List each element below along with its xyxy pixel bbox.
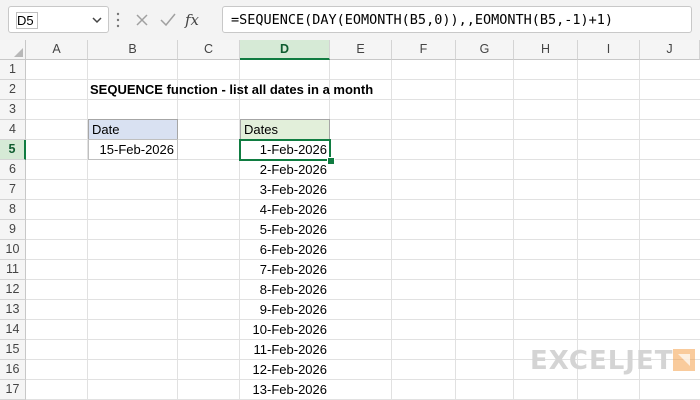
row-header-15[interactable]: 15 — [0, 340, 26, 360]
row-header-5[interactable]: 5 — [0, 140, 26, 160]
row-header-1[interactable]: 1 — [0, 60, 26, 80]
gridline-vertical — [455, 60, 456, 400]
row-header-17[interactable]: 17 — [0, 380, 26, 400]
row-header-6[interactable]: 6 — [0, 160, 26, 180]
dates-header-cell[interactable]: Dates — [240, 119, 330, 140]
row-header-10[interactable]: 10 — [0, 240, 26, 260]
column-header-f[interactable]: F — [392, 40, 456, 60]
date-cell[interactable]: 13-Feb-2026 — [240, 380, 330, 400]
gridline-horizontal — [26, 299, 700, 300]
row-header-13[interactable]: 13 — [0, 300, 26, 320]
row-header-3[interactable]: 3 — [0, 100, 26, 120]
column-header-g[interactable]: G — [456, 40, 514, 60]
gridline-horizontal — [26, 379, 700, 380]
column-header-d[interactable]: D — [240, 40, 330, 60]
gridline-horizontal — [26, 259, 700, 260]
gridline-horizontal — [26, 279, 700, 280]
gridline-horizontal — [26, 199, 700, 200]
svg-text:fx: fx — [184, 11, 200, 29]
cancel-icon[interactable] — [132, 10, 152, 30]
row-header-8[interactable]: 8 — [0, 200, 26, 220]
fill-handle[interactable] — [327, 157, 335, 165]
row-header-2[interactable]: 2 — [0, 80, 26, 100]
formula-input[interactable]: =SEQUENCE(DAY(EOMONTH(B5,0)),,EOMONTH(B5… — [222, 6, 692, 33]
date-value-cell[interactable]: 15-Feb-2026 — [88, 139, 178, 160]
formula-text: =SEQUENCE(DAY(EOMONTH(B5,0)),,EOMONTH(B5… — [231, 12, 614, 28]
date-cell[interactable]: 2-Feb-2026 — [240, 160, 330, 180]
column-header-i[interactable]: I — [578, 40, 640, 60]
gridline-vertical — [391, 60, 392, 400]
date-cell[interactable]: 6-Feb-2026 — [240, 240, 330, 260]
date-cell[interactable]: 12-Feb-2026 — [240, 360, 330, 380]
row-header-16[interactable]: 16 — [0, 360, 26, 380]
row-header-12[interactable]: 12 — [0, 280, 26, 300]
column-header-e[interactable]: E — [330, 40, 392, 60]
date-cell[interactable]: 3-Feb-2026 — [240, 180, 330, 200]
select-all-corner[interactable] — [0, 40, 26, 60]
date-cell[interactable]: 7-Feb-2026 — [240, 260, 330, 280]
gridline-horizontal — [26, 179, 700, 180]
enter-icon[interactable] — [158, 10, 178, 30]
date-cell[interactable]: 4-Feb-2026 — [240, 200, 330, 220]
active-cell-border — [239, 139, 331, 161]
gridline-horizontal — [26, 319, 700, 320]
gridline-horizontal — [26, 219, 700, 220]
logo-text: EXCELJET — [530, 346, 674, 376]
date-cell[interactable]: 10-Feb-2026 — [240, 320, 330, 340]
date-cell[interactable]: 8-Feb-2026 — [240, 280, 330, 300]
formula-bar: D5 fx =SEQUENCE(DAY(EOMONTH(B5,0)),,EOMO… — [0, 0, 700, 41]
gridline-horizontal — [26, 339, 700, 340]
column-header-h[interactable]: H — [514, 40, 578, 60]
logo-mark-icon — [673, 349, 695, 371]
column-header-c[interactable]: C — [178, 40, 240, 60]
row-header-9[interactable]: 9 — [0, 220, 26, 240]
gridline-horizontal — [26, 239, 700, 240]
sheet-title: SEQUENCE function - list all dates in a … — [90, 82, 374, 97]
gridline-vertical — [87, 60, 88, 400]
row-header-14[interactable]: 14 — [0, 320, 26, 340]
row-header-11[interactable]: 11 — [0, 260, 26, 280]
row-header-7[interactable]: 7 — [0, 180, 26, 200]
date-cell[interactable]: 9-Feb-2026 — [240, 300, 330, 320]
chevron-down-icon[interactable] — [90, 11, 104, 29]
gridline-vertical — [177, 60, 178, 400]
column-header-b[interactable]: B — [88, 40, 178, 60]
column-header-a[interactable]: A — [26, 40, 88, 60]
name-box[interactable]: D5 — [8, 6, 109, 33]
fx-icon[interactable]: fx — [184, 10, 204, 30]
date-header-cell[interactable]: Date — [88, 119, 178, 140]
gridline-vertical — [513, 60, 514, 400]
row-header-4[interactable]: 4 — [0, 120, 26, 140]
more-options-icon[interactable] — [116, 11, 120, 29]
name-box-value: D5 — [16, 12, 38, 29]
date-cell[interactable]: 5-Feb-2026 — [240, 220, 330, 240]
formula-actions: fx — [126, 6, 218, 33]
date-cell[interactable]: 11-Feb-2026 — [240, 340, 330, 360]
column-header-j[interactable]: J — [640, 40, 700, 60]
